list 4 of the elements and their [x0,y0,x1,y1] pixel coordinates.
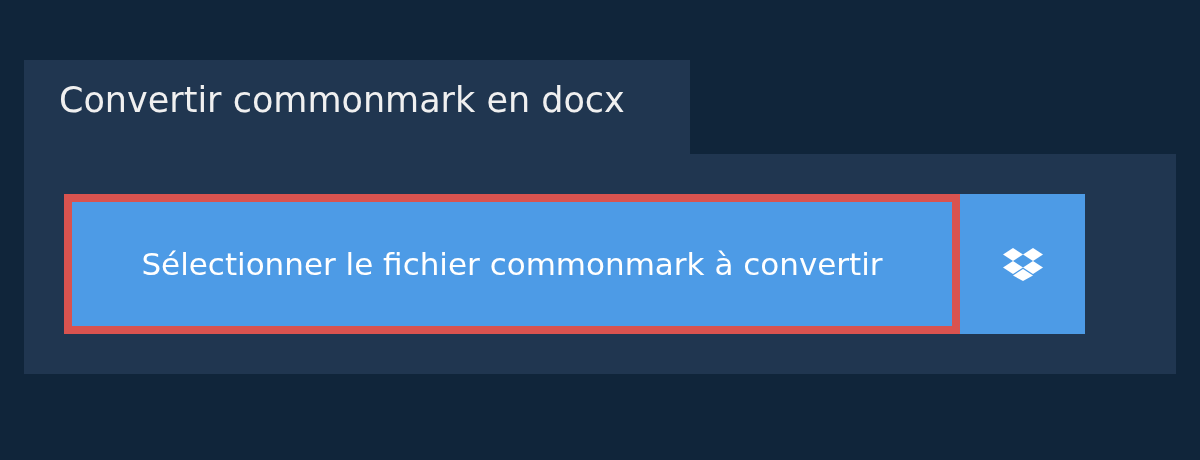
select-file-button[interactable]: Sélectionner le fichier commonmark à convertir [64,194,960,334]
tab-title: Convertir commonmark en docx [59,80,625,120]
dropbox-button[interactable] [960,194,1085,334]
dropbox-icon [1002,246,1043,282]
